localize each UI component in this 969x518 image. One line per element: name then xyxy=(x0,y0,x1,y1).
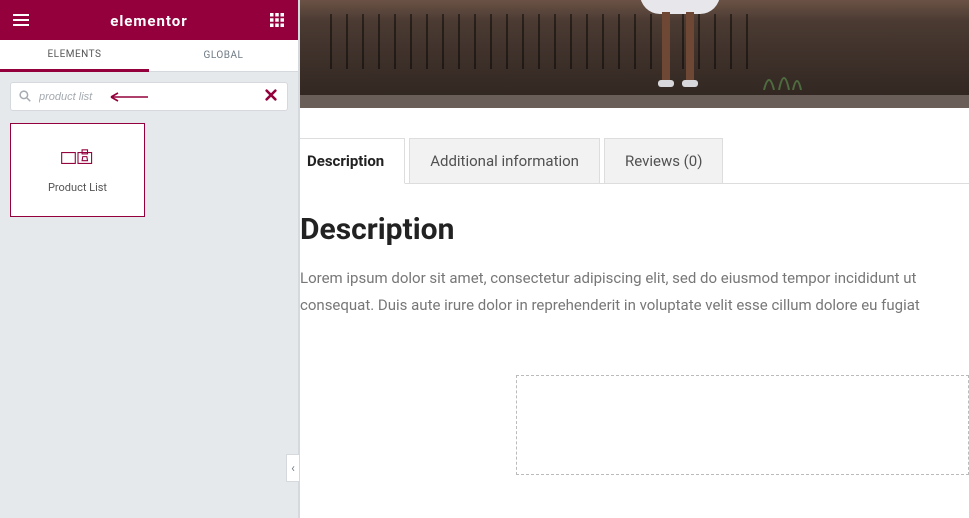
tab-global[interactable]: GLOBAL xyxy=(149,40,298,72)
section-title: Description xyxy=(300,212,969,247)
widget-product-list[interactable]: Product List xyxy=(10,123,145,217)
product-list-icon xyxy=(61,147,95,169)
search-input[interactable] xyxy=(10,82,288,111)
search-wrap xyxy=(0,72,298,117)
search-icon xyxy=(19,90,31,102)
section-text: Lorem ipsum dolor sit amet, consectetur … xyxy=(300,265,969,319)
product-tabs: Description Additional information Revie… xyxy=(300,138,969,184)
drop-zone[interactable] xyxy=(516,375,969,475)
brand-wrap: elementor xyxy=(32,11,266,30)
panel-tabs: ELEMENTS GLOBAL xyxy=(0,40,298,72)
close-icon[interactable] xyxy=(264,88,278,102)
widget-label: Product List xyxy=(48,181,107,194)
brand-logo: elementor xyxy=(110,12,188,30)
apps-icon[interactable] xyxy=(266,9,288,31)
hero-image xyxy=(300,0,969,108)
collapse-panel-button[interactable]: ‹ xyxy=(286,454,300,482)
panel-header: elementor xyxy=(0,0,298,40)
tab-reviews[interactable]: Reviews (0) xyxy=(604,138,724,183)
tab-elements[interactable]: ELEMENTS xyxy=(0,40,149,72)
widgets-grid: Product List xyxy=(0,117,298,223)
menu-icon[interactable] xyxy=(10,9,32,31)
preview-canvas: Description Additional information Revie… xyxy=(300,0,969,518)
tab-additional-information[interactable]: Additional information xyxy=(409,138,600,183)
elementor-panel: elementor ELEMENTS GLOBAL xyxy=(0,0,299,518)
product-body: Description Additional information Revie… xyxy=(300,108,969,475)
chevron-left-icon: ‹ xyxy=(291,461,295,475)
tab-description[interactable]: Description xyxy=(300,138,405,184)
